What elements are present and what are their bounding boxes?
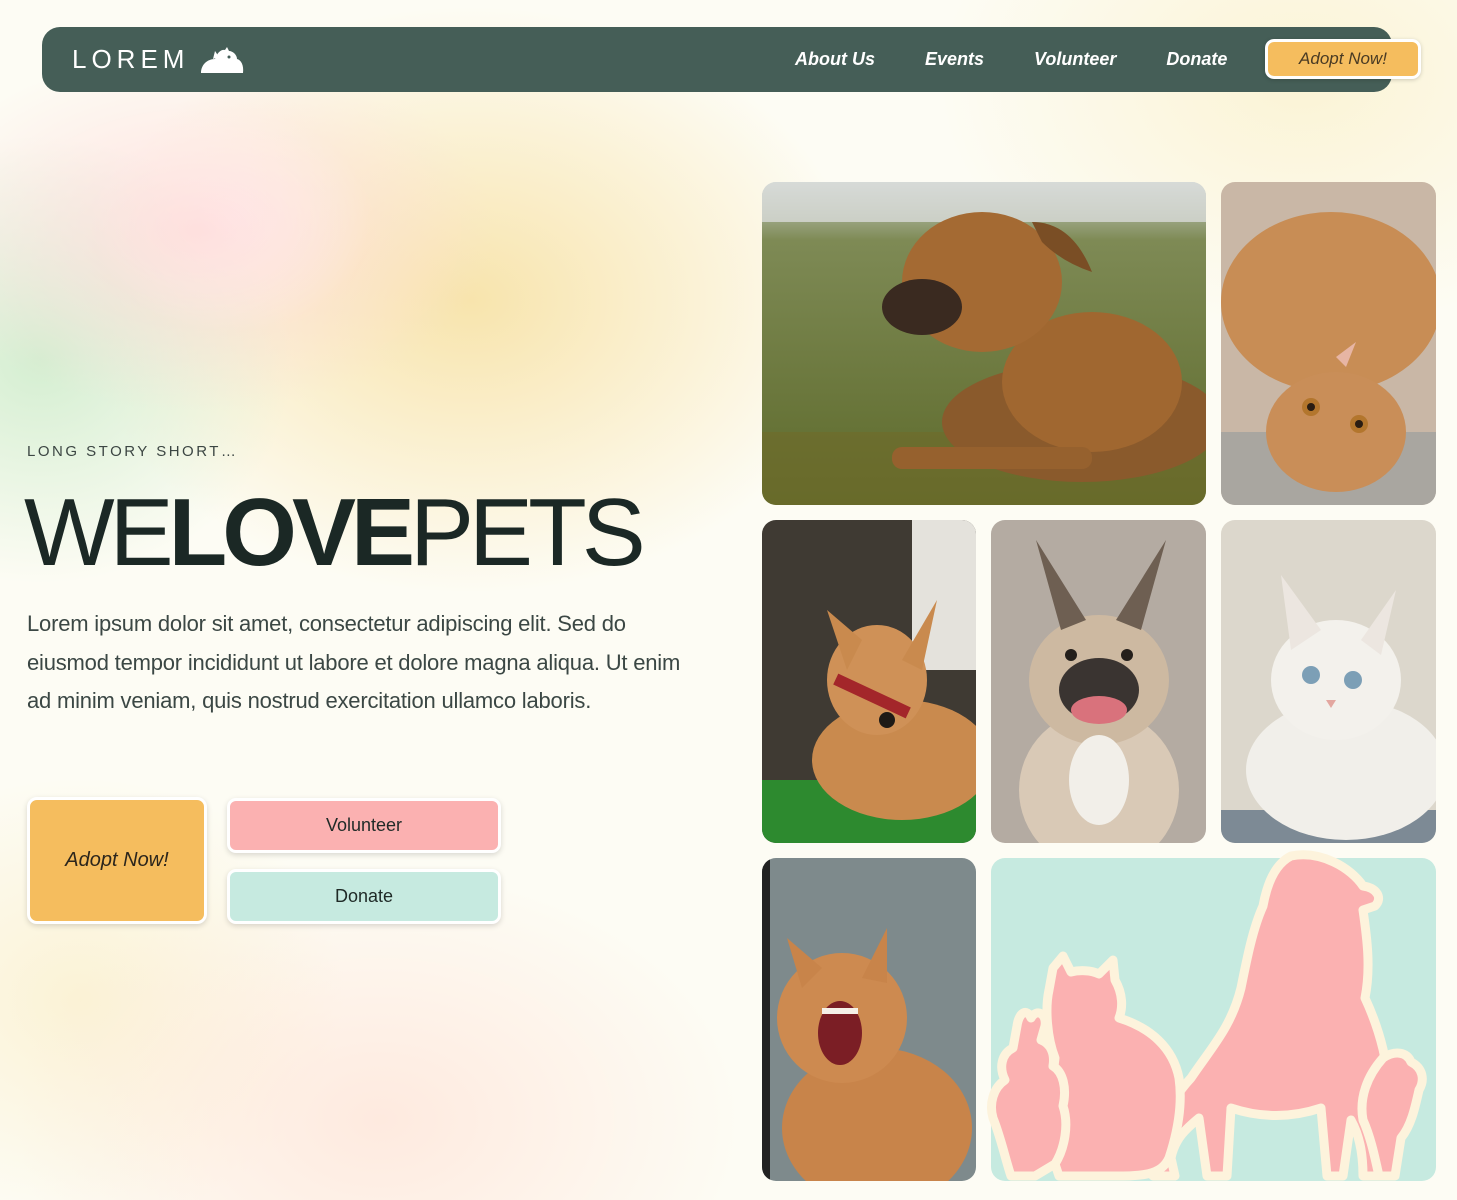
headline-love: LOVE <box>168 479 415 586</box>
nav-link-volunteer[interactable]: Volunteer <box>1034 49 1116 70</box>
dog-brindle-photo <box>762 182 1206 505</box>
nav-link-donate[interactable]: Donate <box>1166 49 1227 70</box>
cat-white-photo <box>1221 520 1436 843</box>
cat-ginger-yawning-photo <box>762 858 976 1181</box>
headline-we: WE <box>24 479 174 586</box>
adopt-now-button[interactable]: Adopt Now! <box>27 797 207 924</box>
brand-logo[interactable]: LOREM <box>72 44 245 75</box>
cat-dog-logo-icon <box>201 46 244 73</box>
hero-eyebrow: LONG STORY SHORT… <box>27 443 239 460</box>
dog-tan-photo <box>762 520 976 843</box>
hero-headline: WELOVEPETS <box>24 478 646 588</box>
nav-adopt-button[interactable]: Adopt Now! <box>1265 39 1421 79</box>
french-bulldog-photo <box>991 520 1206 843</box>
hero-description: Lorem ipsum dolor sit amet, consectetur … <box>27 611 681 713</box>
nav-link-about-us[interactable]: About Us <box>795 49 875 70</box>
top-navbar: LOREM About Us Events Volunteer Donate <box>42 27 1392 92</box>
headline-pets: PETS <box>410 479 646 586</box>
nav-links: About Us Events Volunteer Donate <box>795 27 1277 92</box>
nav-link-events[interactable]: Events <box>925 49 984 70</box>
cat-ginger-lying-photo <box>1221 182 1436 505</box>
volunteer-button[interactable]: Volunteer <box>227 798 501 853</box>
pet-silhouettes-illustration <box>987 850 1436 1181</box>
donate-button[interactable]: Donate <box>227 869 501 924</box>
brand-name: LOREM <box>72 44 190 74</box>
